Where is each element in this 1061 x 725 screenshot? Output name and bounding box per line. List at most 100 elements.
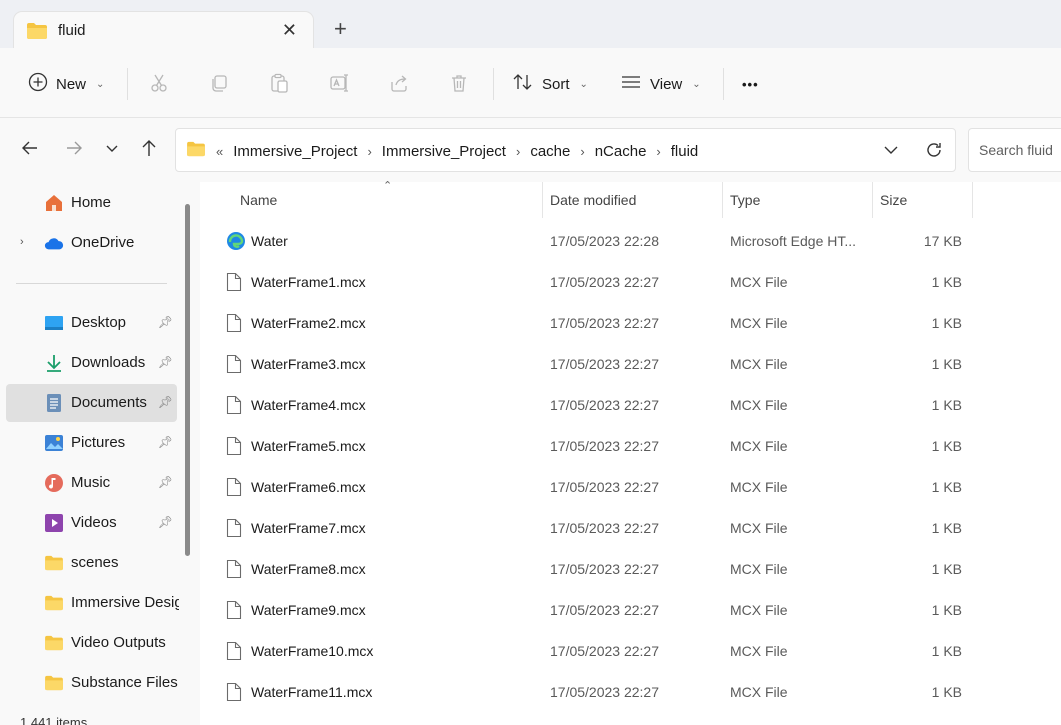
- up-icon[interactable]: [139, 138, 159, 162]
- more-options-button[interactable]: •••: [742, 66, 759, 102]
- table-row[interactable]: WaterFrame8.mcx 17/05/2023 22:27 MCX File 1…: [220, 549, 980, 590]
- table-row[interactable]: WaterFrame11.mcx 17/05/2023 22:27 MCX File…: [220, 672, 980, 713]
- sidebar-item-documents[interactable]: Documents 📌︎: [6, 384, 177, 422]
- overflow-chevron[interactable]: «: [216, 144, 223, 159]
- table-row[interactable]: WaterFrame5.mcx 17/05/2023 22:27 MCX File 1…: [220, 426, 980, 467]
- folder-icon: [186, 141, 206, 161]
- sidebar-item-downloads[interactable]: Downloads 📌︎: [6, 344, 177, 382]
- file-icon: [226, 641, 246, 661]
- download-icon: [44, 353, 64, 373]
- chevron-right-icon[interactable]: ›: [516, 144, 520, 159]
- chevron-right-icon[interactable]: ›: [20, 236, 24, 248]
- table-row[interactable]: WaterFrame2.mcx 17/05/2023 22:27 MCX File 1…: [220, 303, 980, 344]
- table-row[interactable]: WaterFrame7.mcx 17/05/2023 22:27 MCX File 1…: [220, 508, 980, 549]
- forward-icon[interactable]: [64, 138, 84, 162]
- table-row[interactable]: Water 17/05/2023 22:28 Microsoft Edge HT..…: [220, 221, 980, 262]
- table-row[interactable]: WaterFrame6.mcx 17/05/2023 22:27 MCX File 1…: [220, 467, 980, 508]
- file-date: 17/05/2023 22:27: [550, 274, 659, 290]
- copy-icon[interactable]: [208, 72, 230, 94]
- breadcrumb: « Immersive_Project › Immersive_Project …: [186, 141, 698, 161]
- file-size: 1 KB: [931, 356, 962, 372]
- breadcrumb-item[interactable]: Immersive_Project: [233, 143, 357, 160]
- breadcrumb-item[interactable]: cache: [530, 143, 570, 160]
- file-date: 17/05/2023 22:27: [550, 315, 659, 331]
- table-row[interactable]: WaterFrame9.mcx 17/05/2023 22:27 MCX File 1…: [220, 590, 980, 631]
- file-icon: [226, 272, 246, 292]
- breadcrumb-item[interactable]: Immersive_Project: [382, 143, 506, 160]
- file-date: 17/05/2023 22:28: [550, 233, 659, 249]
- file-type: MCX File: [730, 602, 788, 618]
- file-name: WaterFrame3.mcx: [251, 356, 366, 372]
- sort-icon: [512, 72, 534, 96]
- table-row[interactable]: WaterFrame3.mcx 17/05/2023 22:27 MCX File 1…: [220, 344, 980, 385]
- back-icon[interactable]: [20, 138, 40, 162]
- pin-icon[interactable]: 📌︎: [158, 515, 173, 529]
- sidebar-item-home[interactable]: Home: [6, 184, 177, 222]
- recent-locations-icon[interactable]: [103, 138, 121, 162]
- column-header-type[interactable]: Type: [723, 182, 872, 218]
- sidebar-item-onedrive[interactable]: › OneDrive: [6, 224, 177, 262]
- sidebar-item-pictures[interactable]: Pictures 📌︎: [6, 424, 177, 462]
- rename-icon[interactable]: [328, 72, 350, 94]
- table-row[interactable]: WaterFrame1.mcx 17/05/2023 22:27 MCX File 1…: [220, 262, 980, 303]
- file-type: MCX File: [730, 315, 788, 331]
- file-icon: [226, 354, 246, 374]
- view-button[interactable]: View ⌄: [620, 66, 701, 102]
- column-header-name[interactable]: Name: [200, 182, 542, 218]
- pictures-icon: [44, 433, 64, 453]
- sidebar-item-video-outputs[interactable]: Video Outputs: [6, 624, 177, 662]
- pin-icon[interactable]: 📌︎: [158, 475, 173, 489]
- column-header-label: Size: [880, 192, 908, 208]
- file-name: WaterFrame1.mcx: [251, 274, 366, 290]
- chevron-right-icon[interactable]: ›: [580, 144, 584, 159]
- file-date: 17/05/2023 22:27: [550, 520, 659, 536]
- sidebar-item-videos[interactable]: Videos 📌︎: [6, 504, 177, 542]
- address-bar[interactable]: « Immersive_Project › Immersive_Project …: [175, 128, 956, 172]
- file-type: MCX File: [730, 274, 788, 290]
- sidebar-item-immersive-design[interactable]: Immersive Design: [6, 584, 179, 622]
- chevron-down-icon[interactable]: [882, 141, 900, 162]
- sidebar-item-label: Video Outputs: [71, 634, 166, 651]
- sort-button[interactable]: Sort ⌄: [512, 66, 588, 102]
- refresh-icon[interactable]: [924, 140, 944, 163]
- column-header-size[interactable]: Size: [873, 182, 972, 218]
- file-name: WaterFrame2.mcx: [251, 315, 366, 331]
- pin-icon[interactable]: 📌︎: [158, 315, 173, 329]
- sidebar-item-substance-files[interactable]: Substance Files: [6, 664, 178, 702]
- breadcrumb-item[interactable]: nCache: [595, 143, 647, 160]
- column-header-label: Name: [240, 192, 278, 208]
- pin-icon[interactable]: 📌︎: [158, 395, 173, 409]
- file-date: 17/05/2023 22:27: [550, 356, 659, 372]
- paste-icon[interactable]: [268, 72, 290, 94]
- tab-fluid[interactable]: fluid ✕: [14, 12, 313, 49]
- delete-icon[interactable]: [448, 72, 470, 94]
- chevron-right-icon[interactable]: ›: [367, 144, 371, 159]
- close-icon[interactable]: ✕: [282, 20, 297, 41]
- table-row[interactable]: WaterFrame4.mcx 17/05/2023 22:27 MCX File 1…: [220, 385, 980, 426]
- sidebar-item-music[interactable]: Music 📌︎: [6, 464, 177, 502]
- file-name: WaterFrame11.mcx: [251, 684, 373, 700]
- file-icon: [226, 436, 246, 456]
- breadcrumb-item[interactable]: fluid: [671, 143, 699, 160]
- file-icon: [226, 395, 246, 415]
- sidebar-item-desktop[interactable]: Desktop 📌︎: [6, 304, 177, 342]
- pin-icon[interactable]: 📌︎: [158, 355, 173, 369]
- table-row[interactable]: WaterFrame10.mcx 17/05/2023 22:27 MCX File…: [220, 631, 980, 672]
- chevron-right-icon[interactable]: ›: [656, 144, 660, 159]
- pin-icon[interactable]: 📌︎: [158, 435, 173, 449]
- new-tab-button[interactable]: +: [334, 18, 347, 40]
- sidebar-item-label: scenes: [71, 554, 119, 571]
- cut-icon[interactable]: [148, 72, 170, 94]
- column-header-date[interactable]: Date modified: [543, 182, 722, 218]
- column-divider[interactable]: [972, 182, 973, 218]
- sidebar-scrollbar[interactable]: [185, 204, 190, 556]
- toolbar-divider: [127, 68, 128, 100]
- new-button[interactable]: New ⌄: [28, 66, 104, 102]
- file-size: 1 KB: [931, 684, 962, 700]
- share-icon[interactable]: [388, 72, 410, 94]
- sidebar-item-scenes[interactable]: scenes: [6, 544, 177, 582]
- search-input[interactable]: Search fluid: [968, 128, 1061, 172]
- tab-title: fluid: [58, 22, 86, 39]
- sort-label: Sort: [542, 75, 570, 93]
- navigation-pane: Home › OneDrive Desktop 📌︎ Downloads 📌︎ …: [0, 182, 200, 725]
